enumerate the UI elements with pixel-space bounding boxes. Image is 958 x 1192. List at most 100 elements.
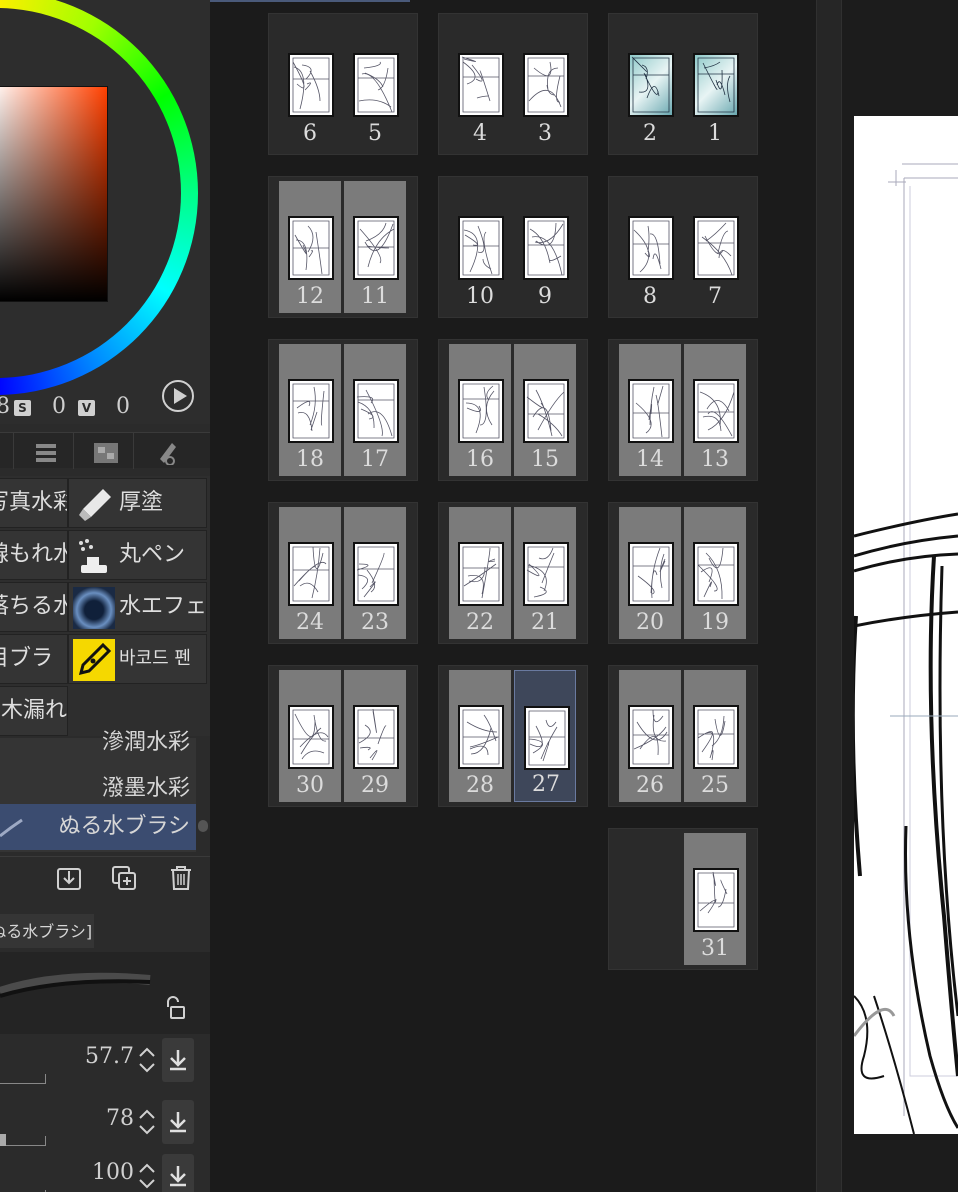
brush-round-pen[interactable]: 丸ペン xyxy=(68,530,207,580)
page-thumbnail[interactable]: 5 xyxy=(344,18,406,150)
page-thumbnail[interactable]: 14 xyxy=(619,344,681,476)
trash-icon[interactable] xyxy=(168,865,194,891)
spread: 12 11 xyxy=(268,176,418,318)
param-lock-button[interactable] xyxy=(162,1038,194,1082)
page-thumbnail[interactable]: 4 xyxy=(449,18,511,150)
brush-line-leak[interactable]: 線もれ水 xyxy=(0,530,68,580)
list-item[interactable]: 潑墨水彩 xyxy=(0,770,196,808)
brush-grain[interactable]: 目ブラ xyxy=(0,634,68,684)
page-thumbnail[interactable]: 6 xyxy=(279,18,341,150)
brush-barcode-pen[interactable]: 바코드 펜 xyxy=(68,634,207,684)
page-thumbnail[interactable]: 23 xyxy=(344,507,406,639)
page-preview xyxy=(693,53,739,117)
brush-watercolor-photo[interactable]: 写真水彩 xyxy=(0,478,68,528)
page-number: 11 xyxy=(361,284,389,309)
density-slider[interactable] xyxy=(0,1134,46,1146)
page-thumbnail[interactable]: 9 xyxy=(514,181,576,313)
page-number: 14 xyxy=(636,447,664,472)
page-thumbnail[interactable]: 10 xyxy=(449,181,511,313)
page-thumbnail[interactable]: 21 xyxy=(514,507,576,639)
page-thumbnail[interactable]: 16 xyxy=(449,344,511,476)
download-arrow-icon xyxy=(170,1050,186,1071)
stack-icon xyxy=(36,444,56,462)
import-icon[interactable] xyxy=(56,865,82,891)
spinner-icon[interactable] xyxy=(138,1044,156,1076)
tab-material[interactable] xyxy=(74,433,134,469)
page-thumbnail[interactable]: 30 xyxy=(279,670,341,802)
page-thumbnail[interactable]: 25 xyxy=(684,670,746,802)
page-preview xyxy=(523,53,569,117)
size-slider[interactable] xyxy=(0,1074,46,1084)
page-preview xyxy=(628,53,674,117)
page-preview xyxy=(693,216,739,280)
tab-wind[interactable]: 風 xyxy=(0,433,14,469)
page-thumbnail[interactable]: 15 xyxy=(514,344,576,476)
page-thumbnail[interactable]: 2 xyxy=(619,18,681,150)
list-item-selected[interactable]: ぬる水ブラシ xyxy=(0,804,196,850)
page-thumbnail[interactable]: 22 xyxy=(449,507,511,639)
page-number: 4 xyxy=(473,121,487,146)
page-preview xyxy=(353,705,399,769)
page-thumbnail[interactable]: 18 xyxy=(279,344,341,476)
spread: 10 9 xyxy=(438,176,588,318)
spread: 26 25 xyxy=(608,665,758,807)
page-thumbnail[interactable]: 1 xyxy=(684,18,746,150)
page-number: 5 xyxy=(368,121,382,146)
page-thumbnail[interactable]: 31 xyxy=(684,833,746,965)
page-number: 28 xyxy=(466,773,494,798)
saturation-value-square[interactable] xyxy=(0,86,108,302)
page-thumbnail[interactable]: 19 xyxy=(684,507,746,639)
page-number: 7 xyxy=(708,284,722,309)
spread: 30 29 xyxy=(268,665,418,807)
page-thumbnail[interactable]: 3 xyxy=(514,18,576,150)
canvas-page[interactable] xyxy=(854,116,958,1134)
brush-drip[interactable]: 落ちる水 xyxy=(0,582,68,632)
page-thumbnail[interactable]: 13 xyxy=(684,344,746,476)
manga-sketch xyxy=(854,163,958,1134)
page-thumbnail[interactable]: 29 xyxy=(344,670,406,802)
page-number: 8 xyxy=(643,284,657,309)
page-thumbnail[interactable]: 12 xyxy=(279,181,341,313)
canvas-area[interactable] xyxy=(846,0,958,1192)
page-preview xyxy=(288,379,334,443)
brush-water-effect[interactable]: 水エフェ xyxy=(68,582,207,632)
page-preview xyxy=(628,216,674,280)
page-number: 19 xyxy=(701,610,729,635)
spinner-icon[interactable] xyxy=(138,1160,156,1192)
spinner-icon[interactable] xyxy=(138,1106,156,1138)
page-number: 26 xyxy=(636,773,664,798)
page-number: 6 xyxy=(303,121,317,146)
page-thumbnail[interactable]: 7 xyxy=(684,181,746,313)
spread: 20 19 xyxy=(608,502,758,644)
page-thumbnail[interactable]: 27 xyxy=(514,670,576,802)
water-effect-icon xyxy=(73,587,115,629)
page-preview xyxy=(523,542,569,606)
page-thumbnail[interactable]: 20 xyxy=(619,507,681,639)
param-lock-button[interactable] xyxy=(162,1154,194,1192)
current-brush-tab[interactable]: [ぬる水ブラシ] xyxy=(0,914,94,948)
list-actions xyxy=(0,856,210,900)
page-preview xyxy=(523,379,569,443)
play-icon[interactable] xyxy=(162,380,194,412)
page-thumbnail[interactable]: 26 xyxy=(619,670,681,802)
page-preview xyxy=(288,705,334,769)
page-preview xyxy=(523,216,569,280)
page-thumbnail[interactable]: 8 xyxy=(619,181,681,313)
list-scrollbar[interactable] xyxy=(198,820,208,832)
brush-thick-paint[interactable]: 厚塗 xyxy=(68,478,207,528)
spread: 14 13 xyxy=(608,339,758,481)
page-number: 3 xyxy=(538,121,552,146)
tab-brush-settings[interactable] xyxy=(134,433,194,469)
page-thumbnail[interactable]: 24 xyxy=(279,507,341,639)
list-item[interactable]: 滲潤水彩 xyxy=(0,724,196,762)
page-number: 17 xyxy=(361,447,389,472)
lock-icon[interactable] xyxy=(162,996,186,1020)
page-thumbnail[interactable]: 28 xyxy=(449,670,511,802)
page-thumbnail[interactable]: 11 xyxy=(344,181,406,313)
param-lock-button[interactable] xyxy=(162,1100,194,1144)
tab-layer-props[interactable] xyxy=(14,433,74,469)
spread: 18 17 xyxy=(268,339,418,481)
duplicate-icon[interactable] xyxy=(111,865,137,891)
page-thumbnail[interactable]: 17 xyxy=(344,344,406,476)
page-manager-scrollbar[interactable] xyxy=(816,0,842,1192)
